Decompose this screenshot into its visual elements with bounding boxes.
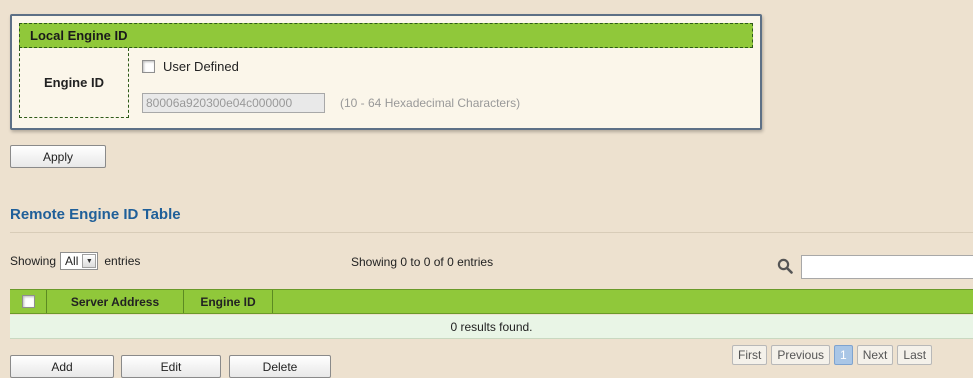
select-all-cell	[10, 290, 47, 313]
entries-label: entries	[104, 254, 141, 268]
local-engine-title: Local Engine ID	[19, 23, 753, 48]
entries-select-value: All	[65, 254, 79, 268]
empty-message: 0 results found.	[450, 319, 533, 334]
pagination-first[interactable]: First	[732, 345, 768, 365]
pagination-next[interactable]: Next	[856, 345, 894, 365]
section-divider	[10, 232, 973, 233]
pagination-page-1[interactable]: 1	[834, 345, 853, 365]
search-input[interactable]	[801, 255, 973, 279]
remote-engine-table-title: Remote Engine ID Table	[10, 206, 181, 223]
pagination-last[interactable]: Last	[897, 345, 933, 365]
column-server-address[interactable]: Server Address	[47, 290, 184, 313]
edit-button[interactable]: Edit	[121, 355, 221, 378]
delete-button[interactable]: Delete	[229, 355, 331, 378]
column-engine-id[interactable]: Engine ID	[184, 290, 273, 313]
select-all-checkbox[interactable]	[21, 295, 35, 308]
pagination-previous[interactable]: Previous	[771, 345, 831, 365]
user-defined-row: User Defined	[142, 59, 239, 74]
chevron-down-icon[interactable]: ▼	[82, 254, 97, 268]
table-header: Server Address Engine ID	[10, 289, 973, 314]
showing-info: Showing 0 to 0 of 0 entries	[351, 255, 494, 269]
user-defined-checkbox[interactable]	[142, 60, 155, 74]
entries-control: Showing All ▼ entries	[10, 252, 140, 270]
pagination: First Previous 1 Next Last	[732, 345, 933, 365]
apply-button[interactable]: Apply	[10, 145, 106, 168]
table-empty-row: 0 results found.	[10, 315, 973, 339]
entries-select[interactable]: All ▼	[60, 252, 99, 270]
local-engine-panel: Local Engine ID Engine ID User Defined (…	[10, 14, 762, 130]
search-icon	[777, 258, 793, 274]
showing-label: Showing	[10, 254, 57, 268]
engine-id-label: Engine ID	[19, 48, 129, 118]
engine-id-input[interactable]	[142, 93, 325, 113]
user-defined-label: User Defined	[163, 59, 239, 74]
add-button[interactable]: Add	[10, 355, 114, 378]
engine-id-hint: (10 - 64 Hexadecimal Characters)	[340, 96, 521, 110]
